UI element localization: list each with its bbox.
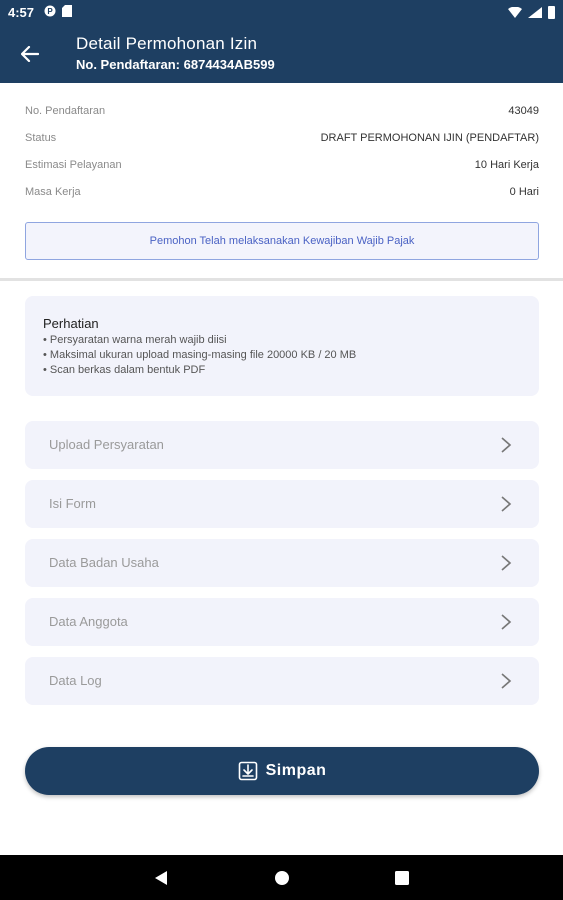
page-title: Detail Permohonan Izin	[76, 34, 258, 53]
nav-home-button[interactable]	[271, 867, 293, 889]
info-row-estimate: Estimasi Pelayanan 10 Hari Kerja	[25, 156, 539, 176]
menu-item-data-log[interactable]: Data Log	[25, 657, 539, 705]
info-label: No. Pendaftaran	[25, 105, 106, 117]
save-button[interactable]: Simpan	[25, 747, 539, 795]
download-icon	[238, 761, 257, 781]
signal-icon	[528, 6, 542, 18]
note-line: • Persyaratan warna merah wajib diisi	[43, 334, 227, 346]
info-row-status: Status DRAFT PERMOHONAN IJIN (PENDAFTAR)	[25, 129, 539, 149]
menu-item-label: Data Badan Usaha	[49, 555, 159, 570]
square-recents-icon	[395, 871, 409, 885]
info-value: 0 Hari	[509, 186, 539, 198]
info-row-work-period: Masa Kerja 0 Hari	[25, 183, 539, 203]
battery-icon	[548, 5, 555, 19]
menu-item-label: Data Log	[49, 673, 102, 688]
menu-item-label: Upload Persyaratan	[49, 437, 164, 452]
back-button[interactable]	[16, 40, 44, 68]
svg-text:P: P	[47, 7, 53, 16]
menu-item-data-badan-usaha[interactable]: Data Badan Usaha	[25, 539, 539, 587]
chevron-right-icon	[501, 673, 512, 689]
note-title: Perhatian	[43, 316, 99, 331]
arrow-left-icon	[21, 46, 39, 62]
menu-item-label: Isi Form	[49, 496, 96, 511]
menu-item-upload-persyaratan[interactable]: Upload Persyaratan	[25, 421, 539, 469]
status-bar: 4:57 P	[0, 0, 563, 24]
notification-p-icon: P	[44, 5, 56, 20]
note-line: • Scan berkas dalam bentuk PDF	[43, 364, 206, 376]
chevron-right-icon	[501, 437, 512, 453]
chevron-right-icon	[501, 496, 512, 512]
info-label: Estimasi Pelayanan	[25, 159, 122, 171]
wifi-icon	[508, 6, 522, 18]
chevron-right-icon	[501, 614, 512, 630]
note-line: • Maksimal ukuran upload masing-masing f…	[43, 349, 357, 361]
info-label: Status	[25, 132, 57, 144]
nav-back-button[interactable]	[150, 867, 172, 889]
info-value: 43049	[508, 105, 539, 117]
save-button-label: Simpan	[265, 762, 327, 779]
info-label: Masa Kerja	[25, 186, 81, 198]
triangle-back-icon	[155, 871, 167, 885]
circle-home-icon	[275, 871, 289, 885]
sd-card-icon	[62, 4, 73, 20]
info-value: 10 Hari Kerja	[474, 159, 539, 171]
nav-recents-button[interactable]	[391, 867, 413, 889]
app-bar: Detail Permohonan Izin No. Pendaftaran: …	[0, 24, 563, 83]
tax-obligation-button[interactable]: Pemohon Telah melaksanakan Kewajiban Waj…	[25, 222, 539, 260]
section-divider	[0, 278, 563, 281]
info-value: DRAFT PERMOHONAN IJIN (PENDAFTAR)	[320, 132, 539, 144]
info-row-registration: No. Pendaftaran 43049	[25, 102, 539, 122]
system-nav-bar	[0, 855, 563, 900]
menu-item-data-anggota[interactable]: Data Anggota	[25, 598, 539, 646]
menu-item-isi-form[interactable]: Isi Form	[25, 480, 539, 528]
chevron-right-icon	[501, 555, 512, 571]
status-time: 4:57	[8, 4, 35, 20]
registration-number: No. Pendaftaran: 6874434AB599	[76, 57, 275, 72]
menu-item-label: Data Anggota	[49, 614, 128, 629]
attention-note: Perhatian • Persyaratan warna merah waji…	[25, 296, 539, 396]
